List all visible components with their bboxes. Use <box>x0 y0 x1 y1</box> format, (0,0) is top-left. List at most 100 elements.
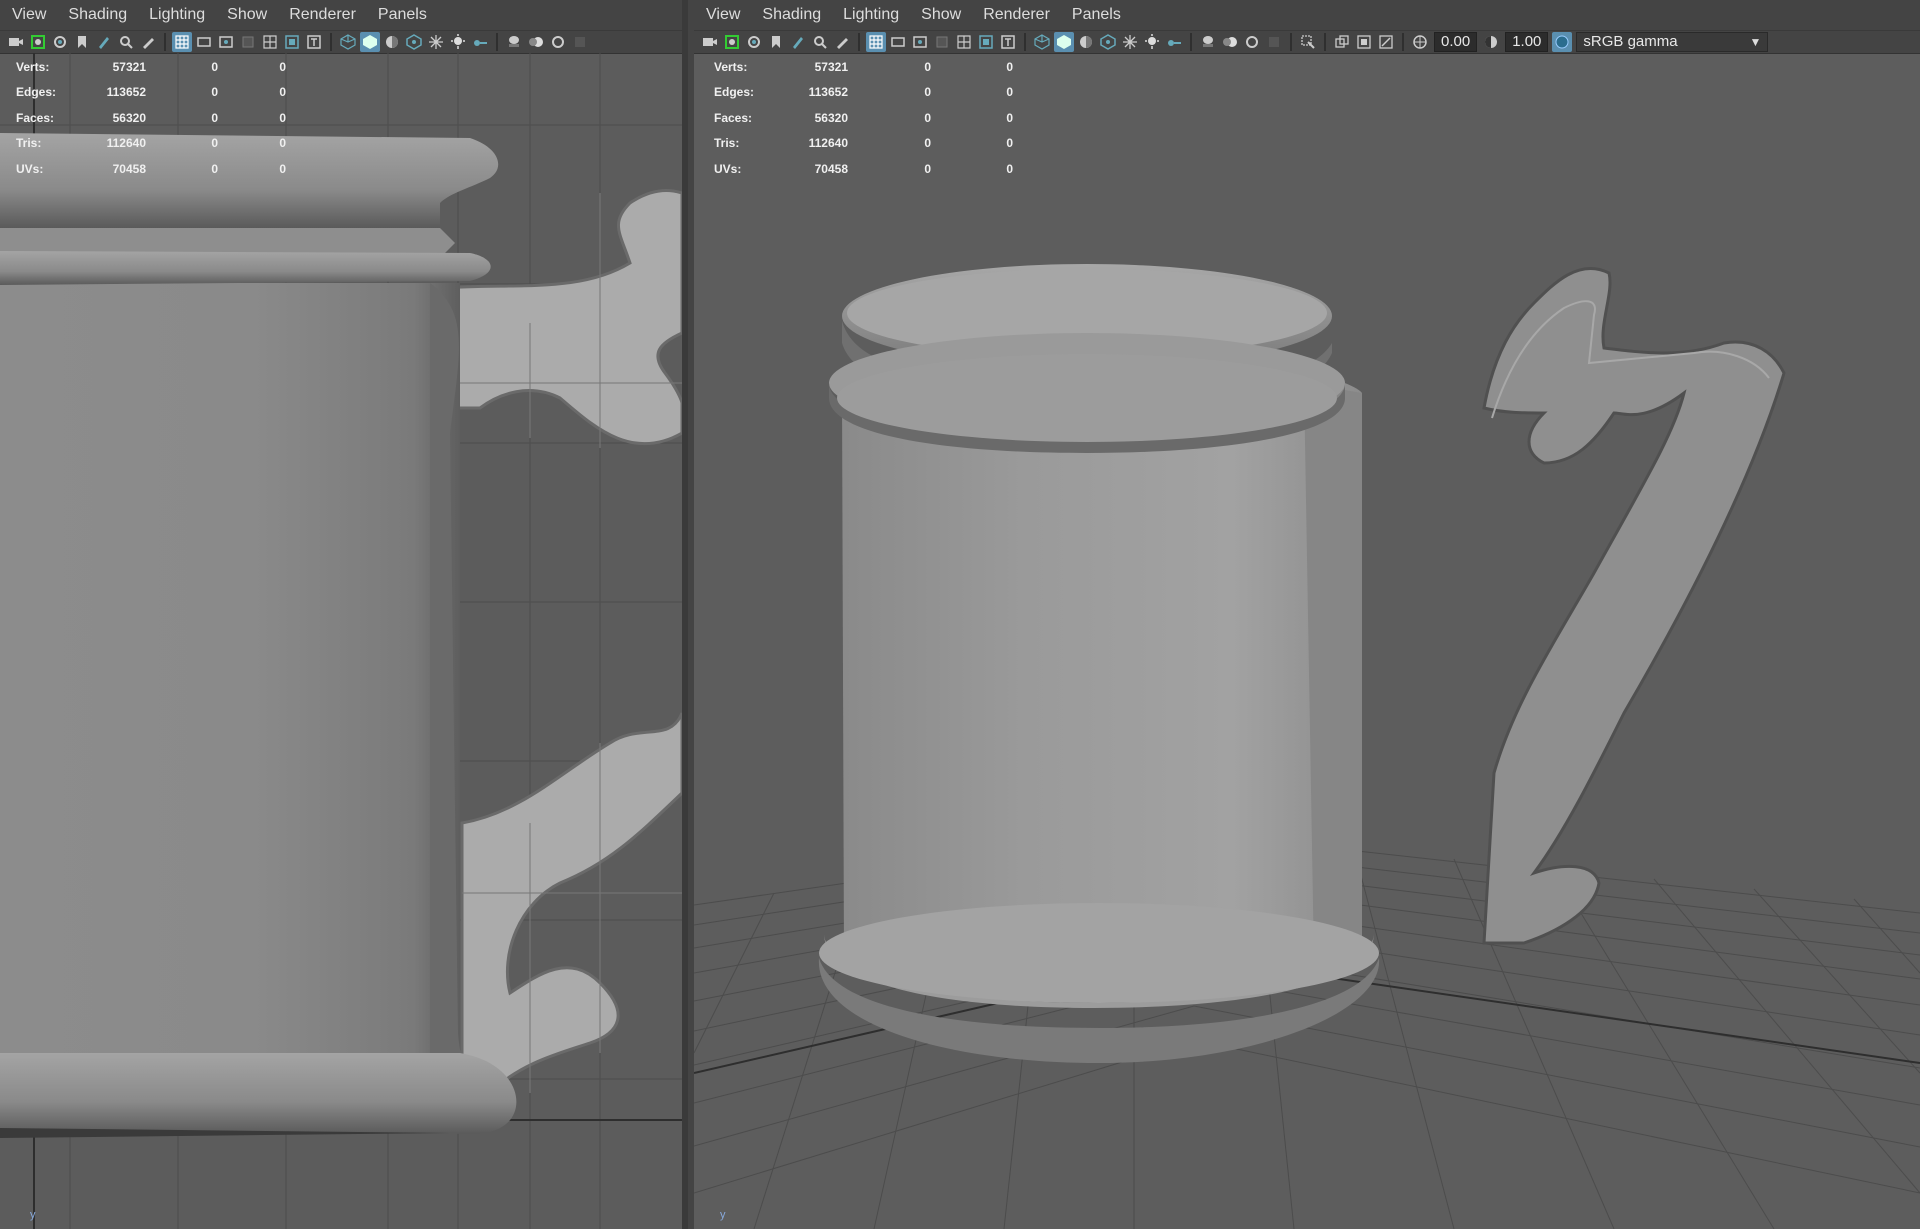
texture-icon[interactable] <box>404 32 424 52</box>
smooth-shade-icon[interactable] <box>360 32 380 52</box>
camera-icon[interactable] <box>700 32 720 52</box>
right-viewport-panel[interactable]: View Shading Lighting Show Renderer Pane… <box>694 0 1920 1229</box>
smooth-shade-icon[interactable] <box>1054 32 1074 52</box>
exposure-icon[interactable] <box>1410 32 1430 52</box>
hud-value: 0 <box>279 85 286 100</box>
image-plane-icon[interactable] <box>788 32 808 52</box>
left-viewport-canvas[interactable]: y <box>0 53 682 1229</box>
hud-value: 0 <box>1006 161 1013 176</box>
camera-rig-icon[interactable] <box>1376 32 1396 52</box>
menu-renderer[interactable]: Renderer <box>281 0 370 30</box>
safe-action-icon[interactable] <box>282 32 302 52</box>
camera-attributes-icon[interactable] <box>722 32 742 52</box>
film-gate-icon[interactable] <box>194 32 214 52</box>
safe-title-icon[interactable] <box>304 32 324 52</box>
bookmark-icon[interactable] <box>766 32 786 52</box>
motion-blur-icon[interactable] <box>526 32 546 52</box>
bookmark-icon[interactable] <box>72 32 92 52</box>
color-management-icon[interactable] <box>1552 32 1573 52</box>
left-poly-count-hud: Verts: 57321 0 0 Edges: 113652 0 0 Faces: 56320… <box>16 54 286 182</box>
hud-value: 0 <box>279 110 286 125</box>
hud-value: 0 <box>211 136 218 151</box>
grid-icon[interactable] <box>172 32 192 52</box>
menu-renderer[interactable]: Renderer <box>975 0 1064 30</box>
menu-lighting[interactable]: Lighting <box>141 0 219 30</box>
wireframe-icon[interactable] <box>1032 32 1052 52</box>
stereo-icon[interactable] <box>1332 32 1352 52</box>
pencil-icon[interactable] <box>832 32 852 52</box>
hud-value: 113652 <box>808 85 848 100</box>
grid-icon[interactable] <box>866 32 886 52</box>
left-panel-menubar: View Shading Lighting Show Renderer Pane… <box>0 0 682 30</box>
menu-panels[interactable]: Panels <box>370 0 441 30</box>
pencil-icon[interactable] <box>138 32 158 52</box>
gate-mask-icon[interactable] <box>932 32 952 52</box>
toolbar-separator <box>1190 33 1192 51</box>
hud-value: 0 <box>279 136 286 151</box>
menu-view[interactable]: View <box>698 0 754 30</box>
resolution-gate-icon[interactable] <box>216 32 236 52</box>
camera-lock-icon[interactable] <box>744 32 764 52</box>
toolbar-separator <box>496 33 498 51</box>
right-viewport-canvas[interactable]: y <box>694 53 1920 1229</box>
shadows-icon[interactable] <box>1164 32 1184 52</box>
toolbar-separator <box>1024 33 1026 51</box>
shadows-icon[interactable] <box>470 32 490 52</box>
default-material-icon[interactable] <box>1076 32 1096 52</box>
lights-icon[interactable] <box>1142 32 1162 52</box>
hud-value: 56320 <box>112 110 146 125</box>
menu-panels[interactable]: Panels <box>1064 0 1135 30</box>
image-plane-icon[interactable] <box>94 32 114 52</box>
depth-of-field-icon[interactable] <box>1264 32 1284 52</box>
hud-label-tris: Tris: <box>714 136 740 151</box>
depth-of-field-icon[interactable] <box>570 32 590 52</box>
menu-lighting[interactable]: Lighting <box>835 0 913 30</box>
menu-show[interactable]: Show <box>913 0 975 30</box>
exposure-field[interactable]: 0.00 <box>1434 32 1478 52</box>
default-material-icon[interactable] <box>382 32 402 52</box>
camera-attributes-icon[interactable] <box>28 32 48 52</box>
hud-label-edges: Edges: <box>16 85 57 100</box>
gamma-icon[interactable] <box>1481 32 1501 52</box>
xray-icon[interactable] <box>426 32 446 52</box>
field-chart-icon[interactable] <box>260 32 280 52</box>
hud-value: 57321 <box>814 59 848 74</box>
motion-blur-icon[interactable] <box>1220 32 1240 52</box>
anti-aliasing-icon[interactable] <box>548 32 568 52</box>
hud-value: 0 <box>279 59 286 74</box>
ambient-occlusion-icon[interactable] <box>1198 32 1218 52</box>
ambient-occlusion-icon[interactable] <box>504 32 524 52</box>
colorspace-dropdown[interactable]: sRGB gamma ▼ <box>1576 32 1769 52</box>
hud-value: 0 <box>279 161 286 176</box>
hud-toggle-icon[interactable] <box>1354 32 1374 52</box>
lights-icon[interactable] <box>448 32 468 52</box>
hud-value: 0 <box>211 85 218 100</box>
menu-shading[interactable]: Shading <box>754 0 835 30</box>
snap-icon[interactable] <box>810 32 830 52</box>
snap-icon[interactable] <box>116 32 136 52</box>
menu-shading[interactable]: Shading <box>60 0 141 30</box>
hud-label-uvs: UVs: <box>16 161 44 176</box>
camera-lock-icon[interactable] <box>50 32 70 52</box>
texture-icon[interactable] <box>1098 32 1118 52</box>
gamma-field[interactable]: 1.00 <box>1505 32 1549 52</box>
menu-view[interactable]: View <box>4 0 60 30</box>
film-gate-icon[interactable] <box>888 32 908 52</box>
gate-mask-icon[interactable] <box>238 32 258 52</box>
left-viewport-panel[interactable]: View Shading Lighting Show Renderer Pane… <box>0 0 688 1229</box>
isolate-select-icon[interactable] <box>1298 32 1318 52</box>
field-chart-icon[interactable] <box>954 32 974 52</box>
hud-value: 0 <box>1006 136 1013 151</box>
wireframe-icon[interactable] <box>338 32 358 52</box>
anti-aliasing-icon[interactable] <box>1242 32 1262 52</box>
menu-show[interactable]: Show <box>219 0 281 30</box>
resolution-gate-icon[interactable] <box>910 32 930 52</box>
hud-value: 112640 <box>808 136 848 151</box>
hud-value: 0 <box>1006 59 1013 74</box>
xray-icon[interactable] <box>1120 32 1140 52</box>
camera-icon[interactable] <box>6 32 26 52</box>
hud-label-uvs: UVs: <box>714 161 742 176</box>
safe-title-icon[interactable] <box>998 32 1018 52</box>
safe-action-icon[interactable] <box>976 32 996 52</box>
colorspace-value: sRGB gamma <box>1583 33 1678 50</box>
